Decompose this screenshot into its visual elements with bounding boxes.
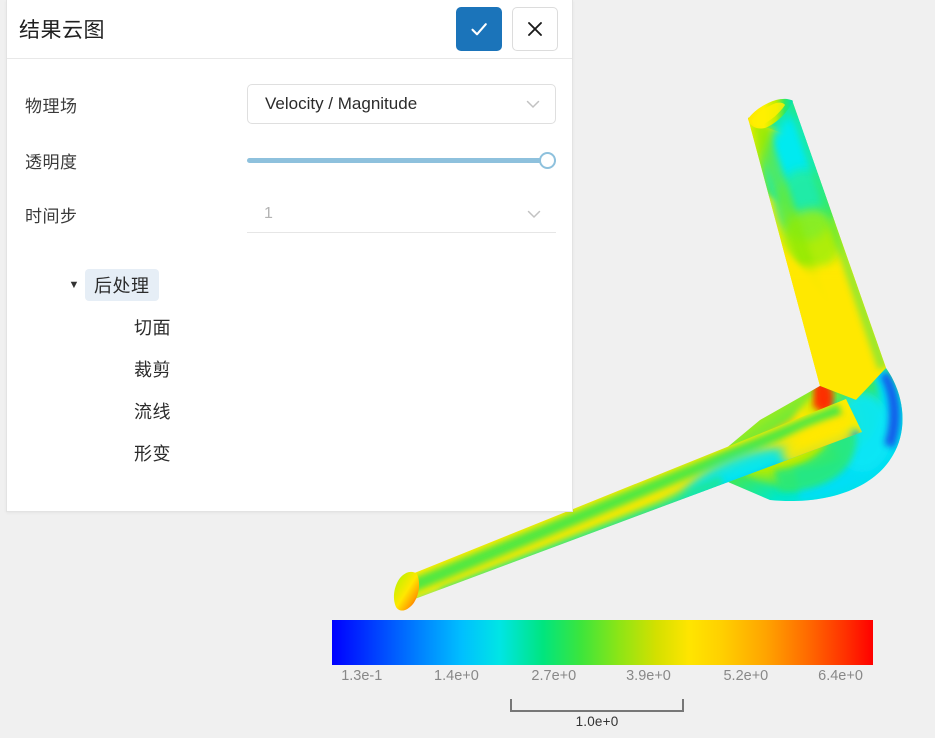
result-contour-panel: 结果云图 物理场 Velocity / Magnitude 透明度 时间步 1 … (6, 0, 573, 512)
timestep-label: 时间步 (25, 206, 78, 226)
close-icon (528, 22, 542, 36)
scale-bar-bracket (510, 699, 684, 712)
tree-item-section-label: 切面 (134, 318, 171, 338)
panel-header: 结果云图 (7, 0, 572, 59)
tree-node-postprocess[interactable]: ▼ 后处理 (7, 264, 572, 306)
legend-tick-1: 1.4e+0 (434, 668, 479, 684)
caret-down-icon[interactable]: ▼ (63, 279, 85, 291)
tree-item-clip[interactable]: 裁剪 (7, 348, 572, 390)
field-select-value: Velocity / Magnitude (265, 94, 418, 113)
tree-item-clip-label: 裁剪 (134, 360, 171, 380)
legend-tick-2: 2.7e+0 (531, 668, 577, 684)
legend-tick-0: 1.3e-1 (341, 668, 383, 684)
confirm-button[interactable] (456, 7, 502, 51)
color-legend-ticks: 1.3e-1 1.4e+0 2.7e+0 3.9e+0 5.2e+0 6.4e+… (332, 668, 873, 690)
timestep-value: 1 (264, 204, 273, 222)
opacity-slider-handle[interactable] (539, 151, 556, 169)
field-row: 物理场 Velocity / Magnitude (7, 74, 572, 134)
timestep-select[interactable]: 1 (247, 195, 556, 233)
tree-item-streamline-label: 流线 (134, 402, 171, 422)
postprocess-tree: ▼ 后处理 切面 裁剪 流线 形变 (7, 242, 572, 474)
field-select[interactable]: Velocity / Magnitude (247, 84, 556, 124)
tree-item-streamline[interactable]: 流线 (7, 390, 572, 432)
cancel-button[interactable] (512, 7, 558, 51)
opacity-row: 透明度 (7, 134, 572, 186)
color-legend-bar (332, 620, 873, 665)
scale-bar-label: 1.0e+0 (575, 714, 619, 729)
legend-tick-4: 5.2e+0 (723, 668, 769, 684)
panel-body: 物理场 Velocity / Magnitude 透明度 时间步 1 ▼ 后处理… (7, 59, 572, 511)
legend-tick-5: 6.4e+0 (818, 668, 863, 684)
timestep-row: 时间步 1 (7, 186, 572, 242)
tree-node-postprocess-label: 后处理 (85, 269, 159, 301)
legend-tick-3: 3.9e+0 (626, 668, 671, 684)
check-icon (471, 23, 487, 36)
field-label: 物理场 (25, 96, 78, 116)
page-title: 结果云图 (19, 19, 105, 42)
opacity-label: 透明度 (25, 152, 78, 172)
scale-bar: 1.0e+0 (510, 699, 684, 729)
tree-item-section[interactable]: 切面 (7, 306, 572, 348)
opacity-slider[interactable] (247, 150, 556, 170)
opacity-slider-track (247, 157, 556, 163)
chevron-down-icon (527, 210, 541, 218)
tree-item-deformation[interactable]: 形变 (7, 432, 572, 474)
color-legend: 1.3e-1 1.4e+0 2.7e+0 3.9e+0 5.2e+0 6.4e+… (332, 620, 873, 690)
chevron-down-icon (526, 100, 540, 109)
tree-item-deformation-label: 形变 (134, 444, 171, 464)
